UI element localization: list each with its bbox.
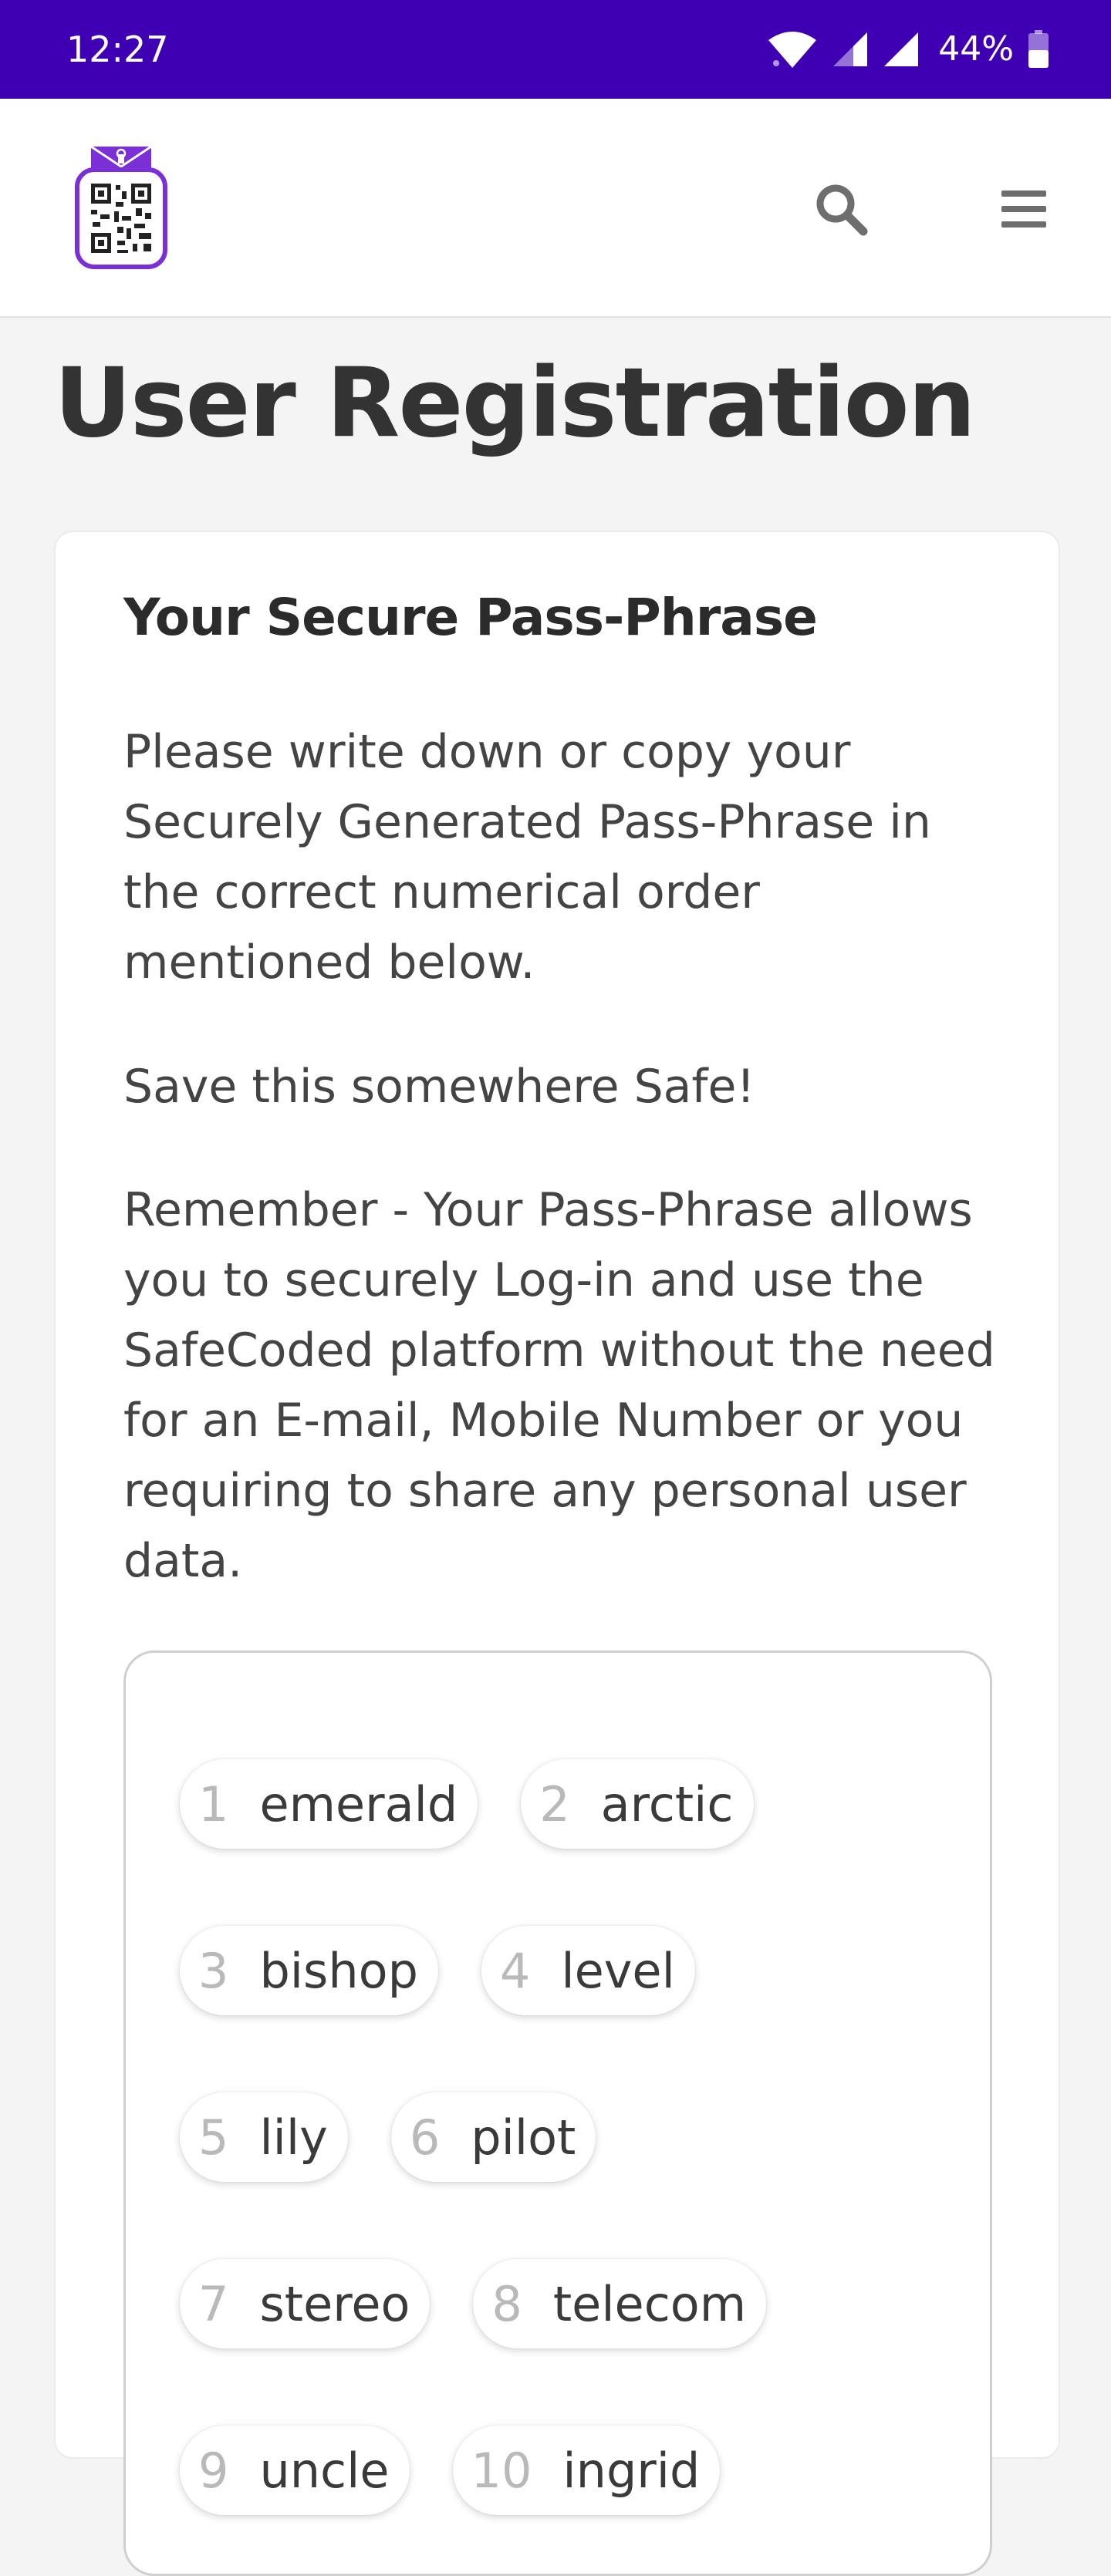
instructions-text: Please write down or copy your Securely … (123, 725, 931, 990)
battery-icon (1028, 30, 1049, 69)
chip-word: ingrid (562, 2442, 701, 2499)
status-icons: 44% (767, 23, 1049, 76)
app-header (0, 99, 1111, 318)
pass-phrase-chip: 10 ingrid (452, 2426, 721, 2515)
pass-phrase-box: 1 emerald 2 arctic 3 bishop 4 level 5 lily 6 pilot 7… (123, 1650, 992, 2576)
chip-word: uncle (259, 2442, 390, 2499)
wifi-icon (767, 29, 818, 69)
pass-phrase-chip: 1 emerald (180, 1759, 478, 1849)
signal-icon (883, 31, 920, 68)
chip-number: 6 (409, 2109, 441, 2166)
chip-number: 5 (198, 2109, 229, 2166)
chip-word: telecom (552, 2275, 747, 2332)
chip-number: 8 (491, 2275, 522, 2332)
chip-word: arctic (600, 1775, 734, 1833)
pass-phrase-chip: 7 stereo (180, 2259, 431, 2348)
chip-number: 9 (198, 2442, 229, 2499)
pass-phrase-card: Your Secure Pass-Phrase Please write dow… (54, 531, 1060, 2576)
pass-phrase-chip: 5 lily (180, 2092, 348, 2182)
status-time: 12:27 (66, 29, 169, 70)
pass-phrase-chip: 2 arctic (521, 1759, 754, 1849)
chip-word: emerald (259, 1775, 458, 1833)
chip-word: stereo (259, 2275, 410, 2332)
menu-button[interactable] (989, 176, 1059, 245)
signal-icon (832, 31, 869, 68)
pass-phrase-chip: 3 bishop (180, 1926, 438, 2015)
search-button[interactable] (806, 176, 876, 245)
chip-word: bishop (259, 1942, 418, 1999)
search-icon (814, 182, 868, 239)
reminder-text: Remember - Your Pass-Phrase allows you t… (123, 1183, 995, 1588)
menu-icon (1000, 187, 1048, 234)
page-title: User Registration (54, 348, 976, 459)
chip-number: 10 (471, 2442, 532, 2499)
pass-phrase-chip: 9 uncle (180, 2426, 410, 2515)
chip-number: 7 (198, 2275, 229, 2332)
pass-phrase-chip: 4 level (481, 1926, 695, 2015)
pass-phrase-chip: 8 telecom (473, 2259, 767, 2348)
save-note: Save this somewhere Safe! (123, 1060, 755, 1114)
pass-phrase-chip: 6 pilot (390, 2092, 596, 2182)
chip-number: 4 (499, 1942, 531, 1999)
chip-word: pilot (471, 2109, 576, 2166)
chip-number: 1 (198, 1775, 229, 1833)
card-heading: Your Secure Pass-Phrase (123, 588, 818, 647)
chip-word: level (561, 1942, 675, 1999)
logo-icon[interactable] (74, 143, 168, 270)
chip-number: 2 (539, 1775, 570, 1833)
status-bar: 12:27 44% (0, 0, 1111, 99)
chip-word: lily (259, 2109, 328, 2166)
battery-percent: 44% (938, 29, 1014, 69)
pass-phrase-chips: 1 emerald 2 arctic 3 bishop 4 level 5 lily 6 pilot 7… (180, 1759, 951, 2554)
chip-number: 3 (198, 1942, 229, 1999)
